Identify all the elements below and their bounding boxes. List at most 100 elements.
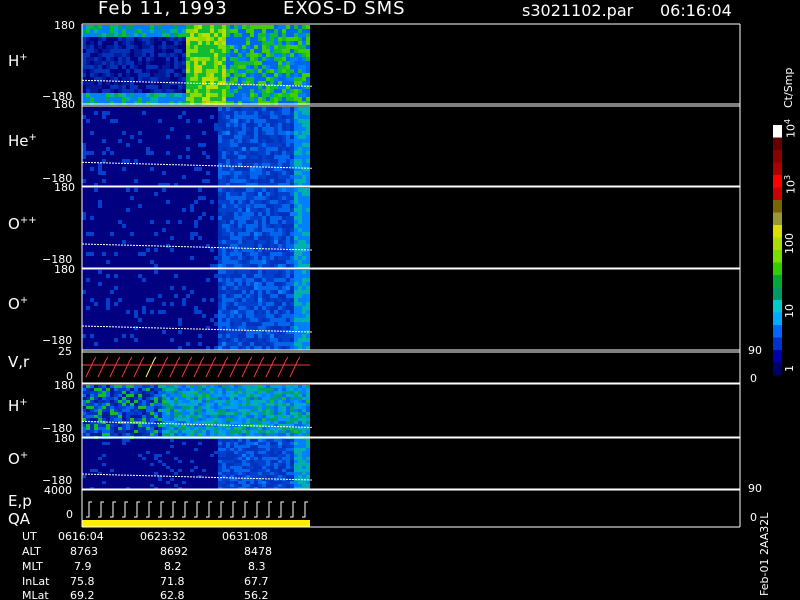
- heatmap-cell: [162, 93, 166, 97]
- heatmap-cell: [202, 135, 206, 139]
- heatmap-cell: [158, 385, 162, 388]
- heatmap-cell: [146, 394, 150, 397]
- heatmap-cell: [146, 228, 150, 232]
- heatmap-cell: [98, 232, 102, 236]
- heatmap-cell: [278, 127, 282, 131]
- heatmap-cell: [270, 107, 274, 111]
- heatmap-cell: [214, 236, 218, 240]
- heatmap-cell: [306, 151, 310, 155]
- heatmap-cell: [122, 334, 126, 338]
- heatmap-cell: [238, 216, 242, 220]
- heatmap-cell: [298, 310, 302, 314]
- heatmap-cell: [110, 318, 114, 322]
- heatmap-cell: [222, 143, 226, 147]
- heatmap-cell: [130, 111, 134, 115]
- heatmap-cell: [206, 322, 210, 326]
- heatmap-cell: [242, 151, 246, 155]
- heatmap-cell: [110, 403, 114, 406]
- heatmap-cell: [102, 200, 106, 204]
- heatmap-cell: [170, 346, 174, 350]
- heatmap-cell: [182, 346, 186, 350]
- heatmap-cell: [282, 45, 286, 49]
- heatmap-cell: [202, 302, 206, 306]
- heatmap-cell: [154, 119, 158, 123]
- heatmap-cell: [306, 334, 310, 338]
- heatmap-cell: [154, 310, 158, 314]
- heatmap-cell: [242, 135, 246, 139]
- heatmap-cell: [270, 270, 274, 274]
- heatmap-cell: [114, 73, 118, 77]
- heatmap-cell: [174, 131, 178, 135]
- heatmap-cell: [114, 171, 118, 175]
- heatmap-cell: [86, 192, 90, 196]
- heatmap-cell: [302, 260, 306, 264]
- heatmap-cell: [218, 37, 222, 41]
- heatmap-cell: [242, 302, 246, 306]
- heatmap-cell: [146, 424, 150, 427]
- heatmap-cell: [254, 290, 258, 294]
- heatmap-cell: [134, 306, 138, 310]
- heatmap-cell: [114, 123, 118, 127]
- heatmap-cell: [306, 61, 310, 65]
- heatmap-cell: [190, 115, 194, 119]
- heatmap-cell: [158, 61, 162, 65]
- heatmap-cell: [126, 57, 130, 61]
- heatmap-cell: [138, 394, 142, 397]
- heatmap-cell: [238, 49, 242, 53]
- heatmap-cell: [86, 167, 90, 171]
- heatmap-cell: [170, 77, 174, 81]
- heatmap-cell: [262, 163, 266, 167]
- heatmap-cell: [246, 77, 250, 81]
- heatmap-cell: [206, 290, 210, 294]
- heatmap-cell: [250, 224, 254, 228]
- heatmap-cell: [226, 342, 230, 346]
- heatmap-cell: [162, 290, 166, 294]
- heatmap-cell: [254, 41, 258, 45]
- heatmap-cell: [118, 151, 122, 155]
- heatmap-cell: [158, 151, 162, 155]
- heatmap-cell: [142, 228, 146, 232]
- heatmap-cell: [266, 260, 270, 264]
- heatmap-cell: [134, 406, 138, 409]
- heatmap-cell: [134, 25, 138, 29]
- heatmap-cell: [174, 256, 178, 260]
- heatmap-cell: [162, 338, 166, 342]
- heatmap-cell: [306, 49, 310, 53]
- heatmap-cell: [230, 256, 234, 260]
- heatmap-cell: [82, 286, 86, 290]
- heatmap-cell: [98, 93, 102, 97]
- heatmap-cell: [126, 175, 130, 179]
- heatmap-cell: [278, 175, 282, 179]
- heatmap-cell: [94, 391, 98, 394]
- heatmap-cell: [194, 212, 198, 216]
- heatmap-cell: [162, 89, 166, 93]
- heatmap-cell: [250, 111, 254, 115]
- heatmap-cell: [282, 53, 286, 57]
- heatmap-cell: [274, 224, 278, 228]
- heatmap-cell: [262, 147, 266, 151]
- heatmap-cell: [286, 256, 290, 260]
- heatmap-cell: [214, 77, 218, 81]
- heatmap-cell: [110, 240, 114, 244]
- heatmap-cell: [282, 188, 286, 192]
- heatmap-cell: [118, 302, 122, 306]
- heatmap-cell: [170, 216, 174, 220]
- heatmap-cell: [118, 338, 122, 342]
- heatmap-cell: [182, 167, 186, 171]
- heatmap-cell: [298, 131, 302, 135]
- heatmap-cell: [90, 29, 94, 33]
- heatmap-cell: [86, 107, 90, 111]
- heatmap-cell: [298, 45, 302, 49]
- heatmap-cell: [174, 159, 178, 163]
- heatmap-cell: [110, 97, 114, 101]
- heatmap-cell: [250, 115, 254, 119]
- heatmap-cell: [250, 196, 254, 200]
- heatmap-cell: [158, 322, 162, 326]
- heatmap-cell: [262, 151, 266, 155]
- heatmap-cell: [242, 216, 246, 220]
- heatmap-cell: [222, 220, 226, 224]
- heatmap-cell: [230, 57, 234, 61]
- heatmap-cell: [98, 171, 102, 175]
- heatmap-cell: [146, 294, 150, 298]
- heatmap-cell: [90, 290, 94, 294]
